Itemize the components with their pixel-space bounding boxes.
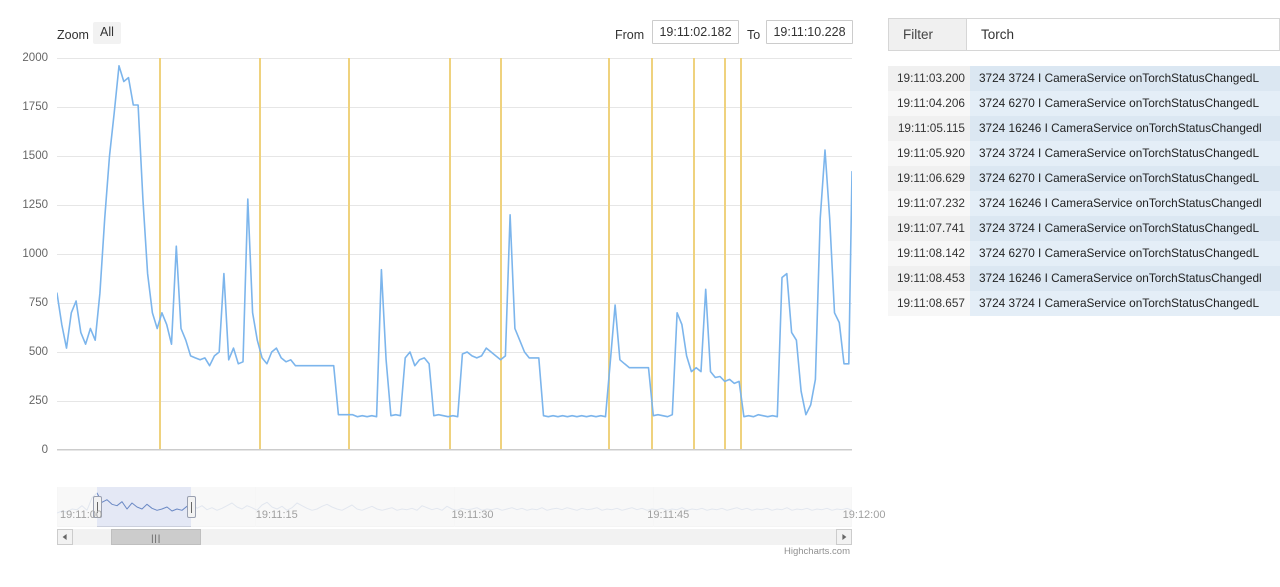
series-line bbox=[57, 65, 852, 418]
log-message: 3724 16246 I CameraService onTorchStatus… bbox=[970, 191, 1280, 216]
handle-grip bbox=[190, 502, 192, 513]
filter-bar: Filter bbox=[888, 18, 1280, 51]
y-axis-tick: 500 bbox=[28, 346, 48, 358]
y-axis-tick: 0 bbox=[41, 444, 48, 456]
log-message: 3724 6270 I CameraService onTorchStatusC… bbox=[970, 166, 1280, 191]
log-list[interactable]: 19:11:03.200 3724 3724 I CameraService on… bbox=[888, 66, 1280, 316]
log-message: 3724 6270 I CameraService onTorchStatusC… bbox=[970, 241, 1280, 266]
y-axis-tick: 1500 bbox=[22, 150, 48, 162]
y-axis-tick: 1250 bbox=[22, 199, 48, 211]
plot-wrapper: 025050075010001250150017502000 19:11:031… bbox=[0, 52, 870, 522]
highcharts-credits[interactable]: Highcharts.com bbox=[784, 546, 850, 557]
log-timestamp: 19:11:05.920 bbox=[888, 141, 970, 166]
scrollbar-right-button[interactable] bbox=[836, 529, 852, 545]
to-label: To bbox=[747, 28, 761, 42]
log-timestamp: 19:11:04.206 bbox=[888, 91, 970, 116]
navigator[interactable]: 19:11:00 19:11:15 19:11:30 19:11:45 19:12:00 bbox=[57, 487, 885, 535]
scrollbar-thumb[interactable]: ||| bbox=[111, 529, 202, 545]
log-timestamp: 19:11:08.657 bbox=[888, 291, 970, 316]
navigator-x-tick: 19:12:00 bbox=[842, 509, 886, 521]
log-row[interactable]: 19:11:04.206 3724 6270 I CameraService on… bbox=[888, 91, 1280, 116]
navigator-x-tick: 19:11:00 bbox=[59, 509, 103, 521]
chevron-left-icon bbox=[62, 534, 67, 540]
to-input[interactable] bbox=[766, 20, 853, 44]
log-message: 3724 16246 I CameraService onTorchStatus… bbox=[970, 266, 1280, 291]
log-row[interactable]: 19:11:08.453 3724 16246 I CameraService o… bbox=[888, 266, 1280, 291]
navigator-x-tick: 19:11:30 bbox=[451, 509, 494, 521]
log-row[interactable]: 19:11:07.741 3724 3724 I CameraService on… bbox=[888, 216, 1280, 241]
scrollbar[interactable]: ||| bbox=[57, 529, 852, 545]
log-row[interactable]: 19:11:06.629 3724 6270 I CameraService on… bbox=[888, 166, 1280, 191]
log-message: 3724 3724 I CameraService onTorchStatusC… bbox=[970, 216, 1280, 241]
zoom-all-button[interactable]: All bbox=[93, 22, 121, 44]
log-timestamp: 19:11:07.232 bbox=[888, 191, 970, 216]
log-timestamp: 19:11:08.142 bbox=[888, 241, 970, 266]
log-message: 3724 16246 I CameraService onTorchStatus… bbox=[970, 116, 1280, 141]
log-row[interactable]: 19:11:08.657 3724 3724 I CameraService on… bbox=[888, 291, 1280, 316]
log-timestamp: 19:11:08.453 bbox=[888, 266, 970, 291]
navigator-mask-right bbox=[190, 487, 852, 527]
navigator-mask-left bbox=[57, 487, 97, 527]
log-timestamp: 19:11:07.741 bbox=[888, 216, 970, 241]
log-timestamp: 19:11:05.115 bbox=[888, 116, 970, 141]
log-row[interactable]: 19:11:05.920 3724 3724 I CameraService on… bbox=[888, 141, 1280, 166]
range-selector: Zoom All From To bbox=[0, 20, 870, 52]
scrollbar-thumb-grip: ||| bbox=[151, 533, 162, 543]
from-input[interactable] bbox=[652, 20, 739, 44]
y-axis-tick: 1750 bbox=[22, 101, 48, 113]
filter-input[interactable] bbox=[967, 19, 1279, 50]
log-panel: Filter 19:11:03.2003724 3724 I CameraSer… bbox=[888, 0, 1280, 587]
gridline bbox=[57, 450, 852, 451]
y-axis-tick: 750 bbox=[28, 297, 48, 309]
log-row[interactable]: 19:11:05.115 3724 16246 I CameraService o… bbox=[888, 116, 1280, 141]
log-message: 3724 3724 I CameraService onTorchStatusC… bbox=[970, 141, 1280, 166]
y-axis-tick: 250 bbox=[28, 395, 48, 407]
zoom-label: Zoom bbox=[57, 28, 89, 42]
log-timestamp: 19:11:06.629 bbox=[888, 166, 970, 191]
y-axis-tick: 2000 bbox=[22, 52, 48, 64]
navigator-handle-right[interactable] bbox=[186, 496, 196, 518]
scrollbar-left-button[interactable] bbox=[57, 529, 73, 545]
x-axis-line bbox=[57, 449, 852, 450]
log-row[interactable]: 19:11:07.232 3724 16246 I CameraService o… bbox=[888, 191, 1280, 216]
navigator-x-tick: 19:11:45 bbox=[647, 509, 690, 521]
scrollbar-track[interactable]: ||| bbox=[73, 529, 836, 545]
y-axis-tick: 1000 bbox=[22, 248, 48, 260]
chart-panel: Zoom All From To 0 250 500 750 1000 1250 1500 1… bbox=[0, 0, 885, 587]
from-label: From bbox=[615, 28, 645, 42]
navigator-x-tick: 19:11:15 bbox=[255, 509, 298, 521]
plot-area[interactable] bbox=[57, 58, 852, 451]
navigator-selection[interactable] bbox=[96, 487, 191, 527]
log-timestamp: 19:11:03.200 bbox=[888, 66, 970, 91]
filter-label: Filter bbox=[889, 19, 967, 50]
log-row[interactable]: 19:11:03.200 3724 3724 I CameraService on… bbox=[888, 66, 1280, 91]
log-message: 3724 3724 I CameraService onTorchStatusC… bbox=[970, 291, 1280, 316]
chevron-right-icon bbox=[842, 534, 847, 540]
log-row[interactable]: 19:11:08.142 3724 6270 I CameraService on… bbox=[888, 241, 1280, 266]
log-message: 3724 6270 I CameraService onTorchStatusC… bbox=[970, 91, 1280, 116]
log-message: 3724 3724 I CameraService onTorchStatusC… bbox=[970, 66, 1280, 91]
